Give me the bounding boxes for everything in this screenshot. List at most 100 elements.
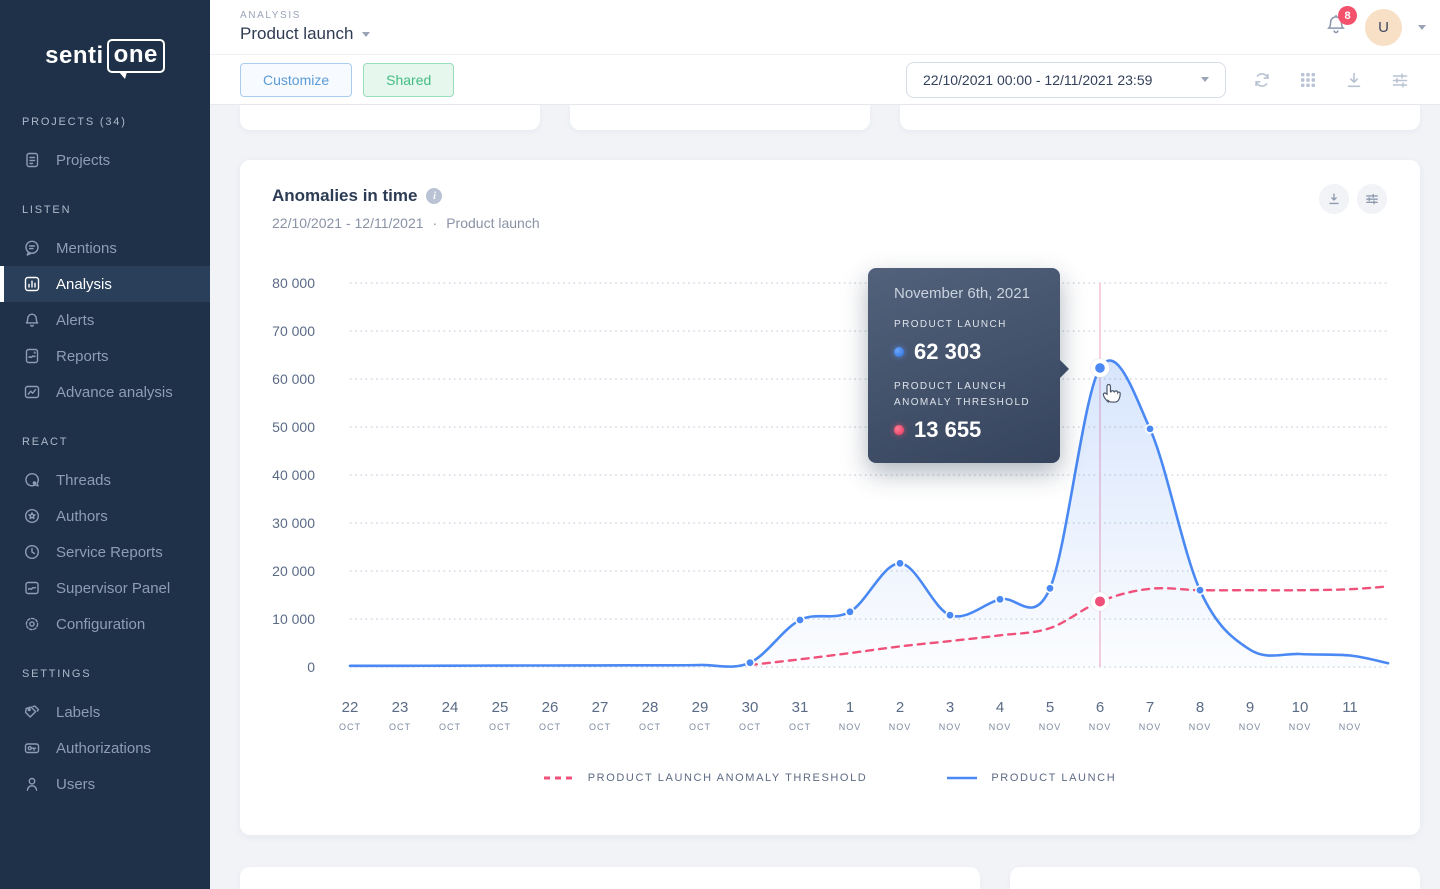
sidebar-item-advance-analysis[interactable]: Advance analysis [0,374,210,410]
data-point[interactable] [996,595,1004,603]
sidebar: sentione PROJECTS (34)ProjectsLISTENMent… [0,0,210,889]
sidebar-item-mentions[interactable]: Mentions [0,230,210,266]
data-point[interactable] [1046,584,1054,592]
authors-icon [22,506,42,526]
download-icon[interactable] [1344,70,1364,90]
partial-card-bottom-1 [240,867,980,889]
info-icon[interactable]: i [426,188,442,204]
reports-icon [22,346,42,366]
refresh-icon[interactable] [1252,70,1272,90]
data-point[interactable] [1146,425,1154,433]
topbar: ANALYSIS Product launch 8 U [210,0,1440,55]
sidebar-section-label: SETTINGS [22,668,210,680]
x-axis-month: NOV [1289,722,1312,732]
sidebar-item-labels[interactable]: Labels [0,694,210,730]
user-menu-caret-icon[interactable] [1418,25,1426,30]
x-axis-month: OCT [639,722,661,732]
x-axis-month: NOV [889,722,912,732]
labels-icon [22,702,42,722]
sidebar-item-analysis[interactable]: Analysis [0,266,210,302]
avatar[interactable]: U [1365,9,1402,46]
sidebar-item-supervisor-panel[interactable]: Supervisor Panel [0,570,210,606]
sidebar-item-users[interactable]: Users [0,766,210,802]
x-axis-day: 11 [1342,699,1358,716]
sidebar-item-label: Reports [56,348,109,365]
sidebar-item-service-reports[interactable]: Service Reports [0,534,210,570]
x-axis-month: NOV [1189,722,1212,732]
filter-settings-icon[interactable] [1390,70,1410,90]
highlighted-data-point[interactable] [1095,363,1105,373]
sidebar-section-label: REACT [22,436,210,448]
x-axis-month: NOV [839,722,862,732]
x-axis-day: 1 [846,699,854,716]
data-point[interactable] [1196,586,1204,594]
x-axis-month: NOV [1239,722,1262,732]
logo-text-senti: senti [45,42,104,70]
sidebar-item-label: Service Reports [56,544,163,561]
projects-icon [22,150,42,170]
x-axis-day: 5 [1046,699,1054,716]
content: Anomalies in time i 22/10/2021 - 12/11/2… [210,105,1440,889]
notifications-button[interactable]: 8 [1323,12,1349,42]
x-axis-day: 6 [1096,699,1104,716]
data-point[interactable] [946,611,954,619]
sidebar-item-reports[interactable]: Reports [0,338,210,374]
sidebar-item-label: Advance analysis [56,384,173,401]
tooltip-date: November 6th, 2021 [894,285,1060,302]
partial-card-top-2 [570,105,870,130]
data-point[interactable] [896,559,904,567]
dashed-line-swatch-icon [544,776,574,780]
sidebar-item-authors[interactable]: Authors [0,498,210,534]
legend-item-product-launch[interactable]: PRODUCT LAUNCH [947,772,1116,784]
x-axis-day: 7 [1146,699,1154,716]
data-point[interactable] [846,608,854,616]
sidebar-item-projects[interactable]: Projects [0,142,210,178]
sentione-logo[interactable]: sentione [0,0,210,112]
solid-line-swatch-icon [947,776,977,780]
x-axis-day: 3 [946,699,954,716]
sidebar-item-label: Configuration [56,616,145,633]
sliders-icon [1364,191,1380,207]
data-point[interactable] [796,616,804,624]
sidebar-item-label: Alerts [56,312,94,329]
sidebar-item-authorizations[interactable]: Authorizations [0,730,210,766]
x-axis-day: 26 [542,699,559,716]
breadcrumb: ANALYSIS [240,10,370,21]
highlighted-threshold-point[interactable] [1095,596,1105,606]
sidebar-item-configuration[interactable]: Configuration [0,606,210,642]
x-axis-day: 30 [742,699,759,716]
grid-view-icon[interactable] [1298,70,1318,90]
x-axis-month: NOV [1089,722,1112,732]
tooltip-series2-value: 13 655 [914,417,981,443]
data-point[interactable] [746,659,754,667]
shared-button[interactable]: Shared [363,63,454,97]
project-dropdown-caret-icon[interactable] [362,32,370,37]
sidebar-item-alerts[interactable]: Alerts [0,302,210,338]
sidebar-item-label: Labels [56,704,100,721]
x-axis-day: 28 [642,699,659,716]
sidebar-item-label: Mentions [56,240,117,257]
x-axis-day: 2 [896,699,904,716]
page-title: Product launch [240,24,353,44]
tooltip-series1-value: 62 303 [914,339,981,365]
chart-legend: PRODUCT LAUNCH ANOMALY THRESHOLD PRODUCT … [240,772,1420,784]
chart-subtitle: 22/10/2021 - 12/11/2021 · Product launch [272,215,540,231]
sidebar-item-threads[interactable]: Threads [0,462,210,498]
x-axis-month: OCT [789,722,811,732]
sidebar-item-label: Authors [56,508,108,525]
x-axis-month: OCT [589,722,611,732]
date-range-caret-icon [1201,77,1209,82]
x-axis-day: 31 [792,699,809,716]
chart-download-button[interactable] [1319,184,1349,214]
app-root: sentione PROJECTS (34)ProjectsLISTENMent… [0,0,1440,889]
date-range-select[interactable]: 22/10/2021 00:00 - 12/11/2021 23:59 [906,62,1226,98]
x-axis-day: 4 [996,699,1004,716]
x-axis-day: 27 [592,699,609,716]
legend-item-threshold[interactable]: PRODUCT LAUNCH ANOMALY THRESHOLD [544,772,868,784]
x-axis-month: OCT [389,722,411,732]
legend-label: PRODUCT LAUNCH [991,772,1116,784]
chart-settings-button[interactable] [1357,184,1387,214]
customize-button[interactable]: Customize [240,63,352,97]
y-axis-tick: 0 [307,659,315,675]
partial-card-top-1 [240,105,540,130]
